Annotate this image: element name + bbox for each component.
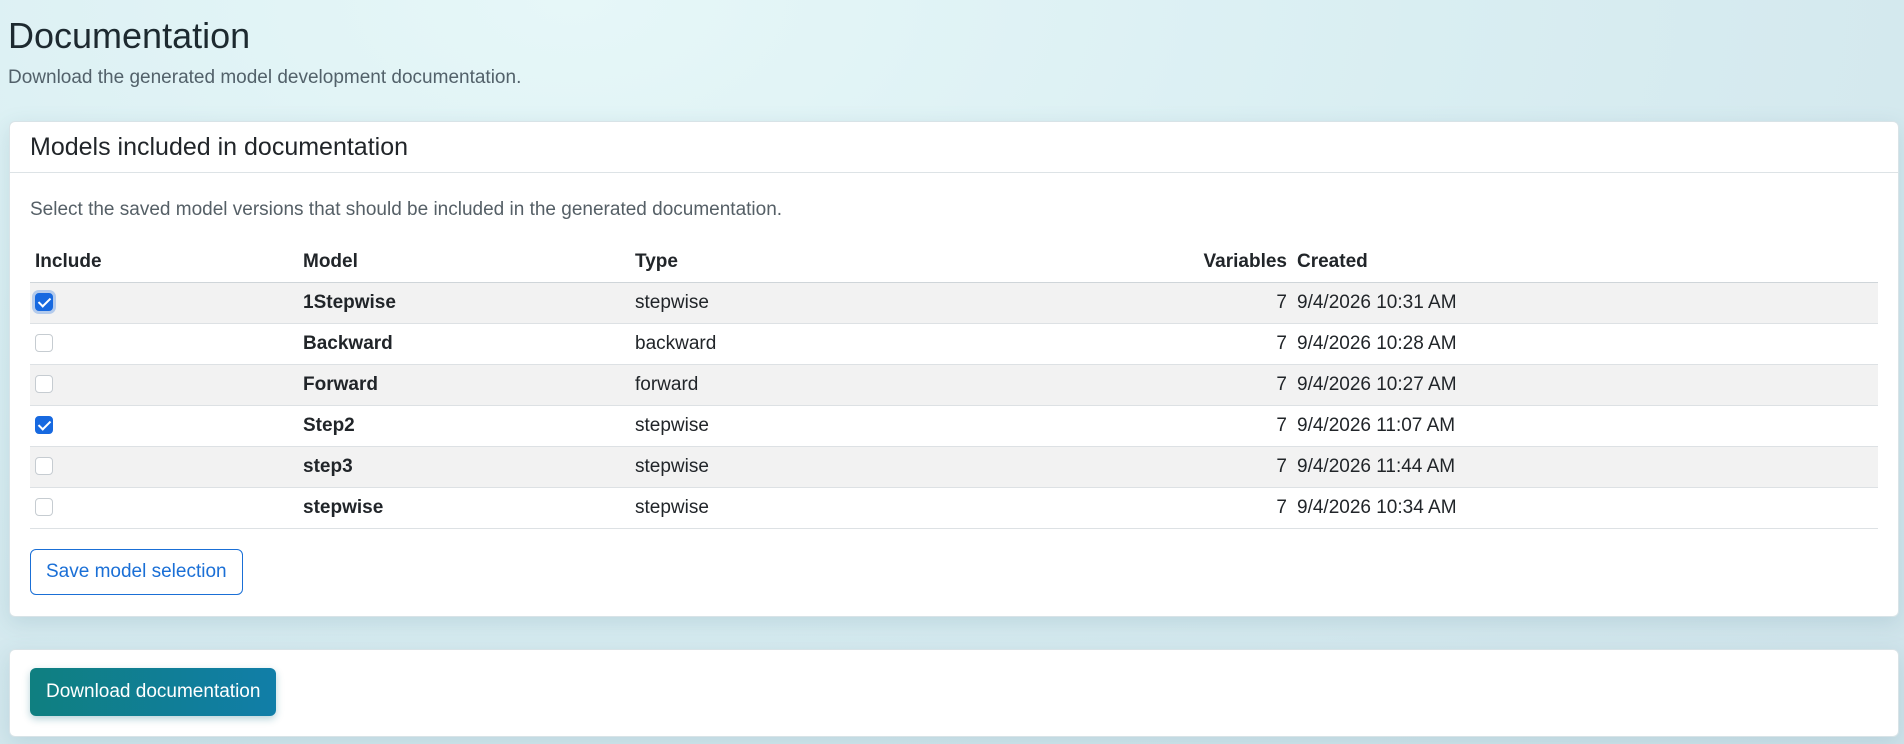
column-header-include: Include — [30, 242, 298, 283]
include-cell — [30, 405, 298, 447]
include-cell — [30, 323, 298, 365]
table-header-row: Include Model Type Variables Created — [30, 242, 1878, 283]
models-card-body: Select the saved model versions that sho… — [10, 198, 1898, 595]
column-header-variables: Variables — [1175, 242, 1292, 283]
include-cell — [30, 487, 298, 529]
model-name: stepwise — [298, 487, 630, 529]
table-row: Forward forward 7 9/4/2026 10:27 AM — [30, 364, 1878, 406]
model-variables: 7 — [1175, 487, 1292, 529]
model-name: Backward — [298, 323, 630, 365]
include-checkbox[interactable] — [35, 416, 53, 434]
include-cell — [30, 364, 298, 406]
model-created: 9/4/2026 10:28 AM — [1292, 323, 1878, 365]
table-row: Backward backward 7 9/4/2026 10:28 AM — [30, 323, 1878, 365]
table-row: 1Stepwise stepwise 7 9/4/2026 10:31 AM — [30, 282, 1878, 324]
model-variables: 7 — [1175, 323, 1292, 365]
model-type: forward — [630, 364, 1175, 406]
model-variables: 7 — [1175, 405, 1292, 447]
model-name: Forward — [298, 364, 630, 406]
model-created: 9/4/2026 11:44 AM — [1292, 446, 1878, 488]
column-header-type: Type — [630, 242, 1175, 283]
model-name: 1Stepwise — [298, 282, 630, 324]
include-cell — [30, 282, 298, 324]
download-documentation-button[interactable]: Download documentation — [30, 668, 277, 716]
page-subtitle: Download the generated model development… — [8, 67, 522, 88]
model-variables: 7 — [1175, 446, 1292, 488]
model-type: backward — [630, 323, 1175, 365]
model-type: stepwise — [630, 487, 1175, 529]
include-checkbox[interactable] — [35, 293, 53, 311]
include-checkbox[interactable] — [35, 457, 53, 475]
table-row: stepwise stepwise 7 9/4/2026 10:34 AM — [30, 487, 1878, 529]
save-model-selection-button[interactable]: Save model selection — [30, 549, 243, 595]
model-name: Step2 — [298, 405, 630, 447]
include-checkbox[interactable] — [35, 375, 53, 393]
model-created: 9/4/2026 10:27 AM — [1292, 364, 1878, 406]
models-card-header: Models included in documentation — [10, 122, 1898, 173]
model-type: stepwise — [630, 405, 1175, 447]
model-type: stepwise — [630, 282, 1175, 324]
include-checkbox[interactable] — [35, 498, 53, 516]
download-card: Download documentation — [9, 649, 1899, 737]
model-variables: 7 — [1175, 282, 1292, 324]
model-name: step3 — [298, 446, 630, 488]
models-table: Include Model Type Variables Created 1St… — [30, 242, 1878, 529]
table-row: step3 stepwise 7 9/4/2026 11:44 AM — [30, 446, 1878, 488]
page-title: Documentation — [8, 15, 251, 56]
column-header-created: Created — [1292, 242, 1878, 283]
include-cell — [30, 446, 298, 488]
help-text: Select the saved model versions that sho… — [30, 199, 783, 220]
model-created: 9/4/2026 10:34 AM — [1292, 487, 1878, 529]
include-checkbox[interactable] — [35, 334, 53, 352]
model-created: 9/4/2026 11:07 AM — [1292, 405, 1878, 447]
page-header: Documentation Download the generated mod… — [8, 14, 521, 90]
table-row: Step2 stepwise 7 9/4/2026 11:07 AM — [30, 405, 1878, 447]
model-type: stepwise — [630, 446, 1175, 488]
models-card: Models included in documentation Select … — [9, 121, 1899, 617]
column-header-model: Model — [298, 242, 630, 283]
model-created: 9/4/2026 10:31 AM — [1292, 282, 1878, 324]
model-variables: 7 — [1175, 364, 1292, 406]
